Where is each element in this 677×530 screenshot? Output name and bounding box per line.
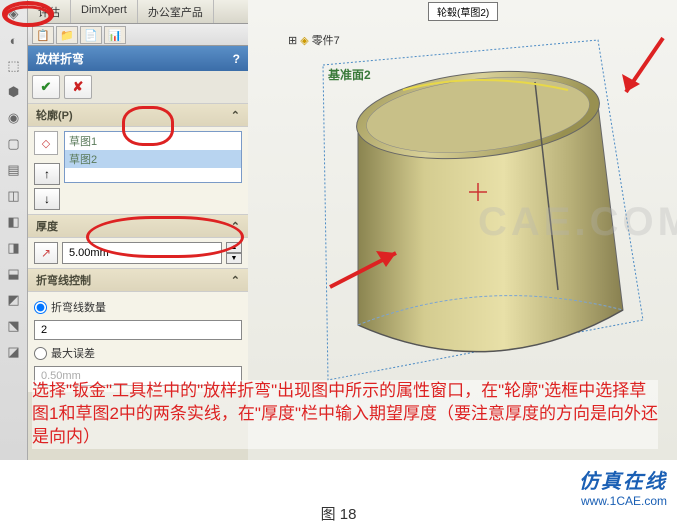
mini-tabs: 📋 📁 📄 📊 [28, 24, 248, 46]
brand-url: www.1CAE.com [579, 494, 667, 508]
panel-header: 放样折弯 ? [28, 46, 248, 71]
annotation-arrow [318, 235, 418, 305]
watermark: CAE.COM [478, 200, 677, 245]
tool-icon-5[interactable]: ◉ [4, 108, 24, 128]
tool-icon-8[interactable]: ◫ [4, 186, 24, 206]
tool-icon-7[interactable]: ▤ [4, 160, 24, 180]
top-tabs: 评估 DimXpert 办公室产品 [28, 0, 248, 24]
tool-icon-11[interactable]: ⬓ [4, 264, 24, 284]
collapse-icon: ⌃ [231, 220, 240, 233]
part-tree-item[interactable]: ⊞ ◈ 零件7 [288, 32, 340, 48]
bend-control-header[interactable]: 折弯线控制 ⌃ [28, 268, 248, 292]
list-item[interactable]: 草图1 [65, 132, 241, 150]
bend-count-input[interactable] [34, 320, 242, 340]
figure-caption: 图 18 [0, 503, 677, 524]
tab-office[interactable]: 办公室产品 [138, 0, 214, 23]
radio-bend-count[interactable] [34, 301, 47, 314]
instruction-text: 选择"钣金"工具栏中的"放样折弯"出现图中所示的属性窗口，在"轮廓"选框中选择草… [32, 380, 658, 449]
profiles-list[interactable]: 草图1 草图2 [64, 131, 242, 183]
model-tag: 轮毂(草图2) [428, 2, 498, 21]
tool-icon-10[interactable]: ◨ [4, 238, 24, 258]
tool-icon-13[interactable]: ⬔ [4, 316, 24, 336]
tool-icon-6[interactable]: ▢ [4, 134, 24, 154]
thickness-header[interactable]: 厚度 ⌃ [28, 214, 248, 238]
list-item[interactable]: 草图2 [65, 150, 241, 168]
profile-icon[interactable]: ◇ [34, 131, 58, 155]
annotation-circle [0, 0, 60, 34]
tool-icon-9[interactable]: ◧ [4, 212, 24, 232]
mini-tab-4[interactable]: 📊 [104, 26, 126, 44]
direction-button[interactable]: ↗ [34, 242, 58, 264]
move-up-button[interactable]: ↑ [34, 163, 60, 185]
annotation-arrow [608, 30, 677, 120]
radio-max-error[interactable] [34, 347, 47, 360]
tab-dimxpert[interactable]: DimXpert [71, 0, 138, 23]
profiles-header[interactable]: 轮廓(P) ⌃ [28, 103, 248, 127]
left-toolbar: ◈ ◐ ⬚ ⬢ ◉ ▢ ▤ ◫ ◧ ◨ ⬓ ◩ ⬔ ◪ [0, 0, 28, 460]
move-down-button[interactable]: ↓ [34, 188, 60, 210]
collapse-icon: ⌃ [231, 274, 240, 287]
tool-icon-12[interactable]: ◩ [4, 290, 24, 310]
cancel-button[interactable]: ✘ [64, 75, 92, 99]
mini-tab-3[interactable]: 📄 [80, 26, 102, 44]
datum-face-label: 基准面2 [328, 66, 371, 83]
panel-title: 放样折弯 [36, 50, 84, 67]
thickness-input[interactable] [62, 242, 222, 264]
tool-icon-14[interactable]: ◪ [4, 342, 24, 362]
spin-down[interactable]: ▼ [226, 253, 242, 264]
collapse-icon: ⌃ [231, 109, 240, 122]
help-icon[interactable]: ? [233, 52, 240, 66]
brand: 仿真在线 www.1CAE.com [579, 465, 667, 508]
radio-label: 最大误差 [51, 345, 95, 361]
brand-name: 仿真在线 [579, 465, 667, 494]
plus-icon[interactable]: ⊞ [288, 34, 297, 47]
tool-icon-3[interactable]: ⬚ [4, 56, 24, 76]
radio-label: 折弯线数量 [51, 299, 106, 315]
ok-button[interactable]: ✔ [32, 75, 60, 99]
tool-icon-4[interactable]: ⬢ [4, 82, 24, 102]
spin-up[interactable]: ▲ [226, 242, 242, 253]
